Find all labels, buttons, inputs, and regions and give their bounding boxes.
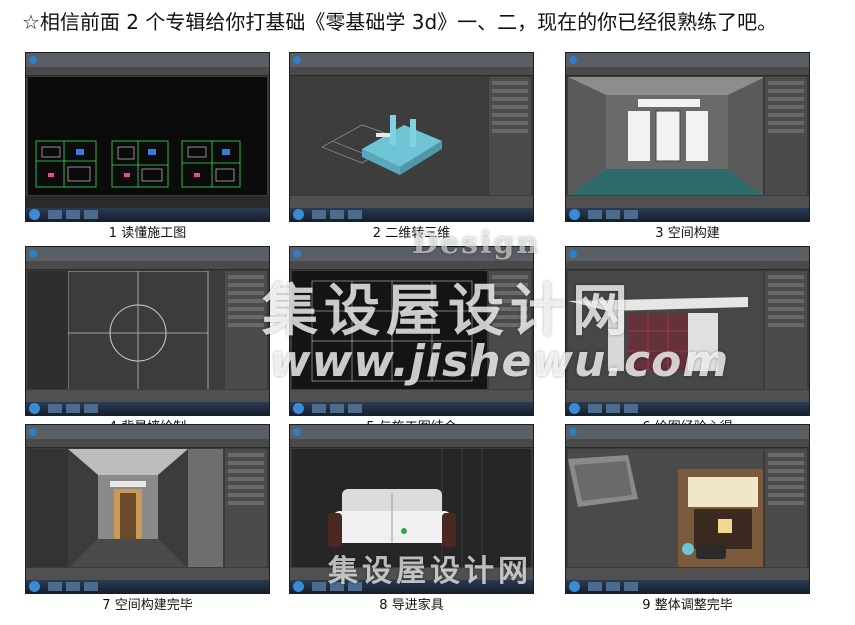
step-caption: 1 读懂施工图 [108, 226, 187, 241]
step-caption: 2 二维转三维 [372, 226, 451, 241]
tutorial-step-6: 6 绘图经验心得 [565, 246, 810, 437]
tutorial-step-2: 2 二维转三维 [289, 52, 534, 243]
tutorial-step-8: 8 导进家具 [289, 424, 534, 615]
feature-wall-screenshot [25, 246, 270, 416]
tutorial-step-3: 3 空间构建 [565, 52, 810, 243]
step-caption: 3 空间构建 [655, 226, 720, 241]
tutorial-step-4: 4 背景墙绘制 [25, 246, 270, 437]
page-headline: ☆相信前面 2 个专辑给你打基础《零基础学 3d》一、二，现在的你已经很熟练了吧… [22, 10, 778, 34]
space-complete-screenshot [25, 424, 270, 594]
tutorial-step-9: 9 整体调整完毕 [565, 424, 810, 615]
3d-extrusion-screenshot [289, 52, 534, 222]
cad-drawing-screenshot [25, 52, 270, 222]
space-building-screenshot [565, 52, 810, 222]
tutorial-step-7: 7 空间构建完毕 [25, 424, 270, 615]
cad-integration-screenshot [289, 246, 534, 416]
step-caption: 9 整体调整完毕 [642, 598, 733, 613]
tutorial-step-5: 5 与施工图结合 [289, 246, 534, 437]
final-adjustment-screenshot [565, 424, 810, 594]
drawing-experience-screenshot [565, 246, 810, 416]
tutorial-step-1: 1 读懂施工图 [25, 52, 270, 243]
step-caption: 7 空间构建完毕 [102, 598, 193, 613]
import-furniture-screenshot [289, 424, 534, 594]
step-caption: 8 导进家具 [379, 598, 444, 613]
